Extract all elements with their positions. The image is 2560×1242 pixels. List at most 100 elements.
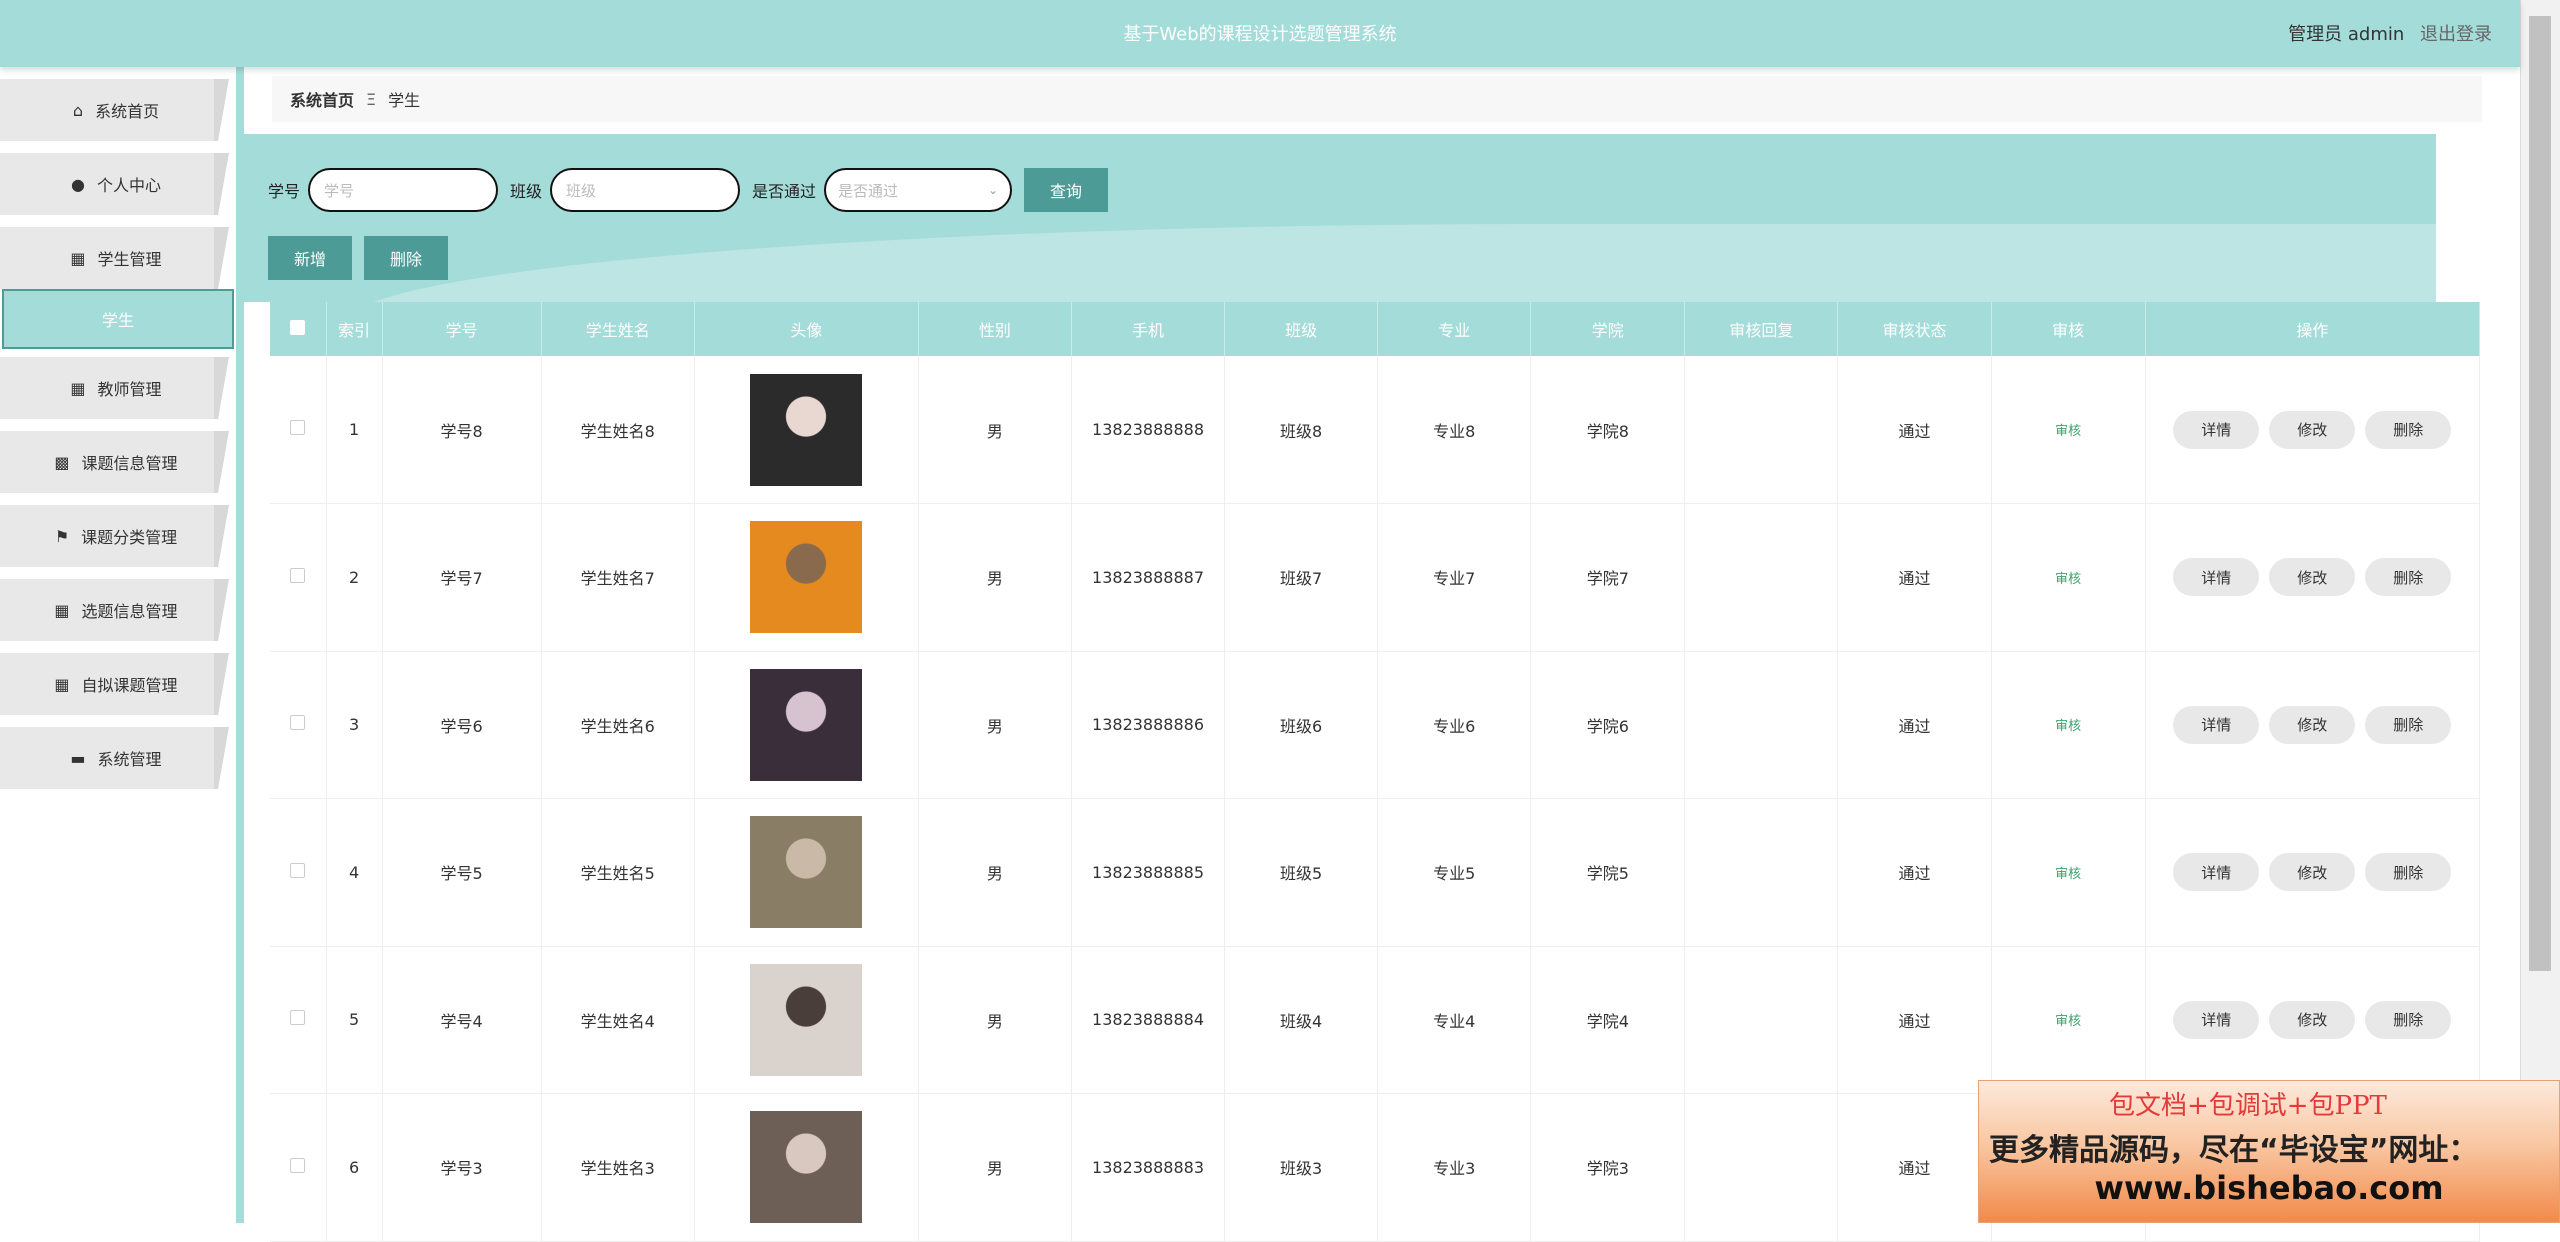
- scrollbar-thumb[interactable]: [2529, 16, 2551, 971]
- row-select-cell[interactable]: [270, 1093, 327, 1242]
- select-all-header[interactable]: [270, 302, 327, 356]
- flag-icon: ⚑: [54, 526, 70, 546]
- detail-button[interactable]: 详情: [2173, 1000, 2260, 1039]
- table-header-row: 索引 学号 学生姓名 头像 性别 手机 班级 专业 学院 审核回复 审核状态 审…: [270, 302, 2481, 356]
- audit-link[interactable]: 审核: [2055, 867, 2081, 882]
- operation-cell: 详情修改删除: [2145, 798, 2481, 947]
- sidebar-item-teacher-management[interactable]: ▦ 教师管理: [0, 357, 236, 419]
- avatar-cell: [694, 651, 919, 799]
- delete-button[interactable]: 删除: [2365, 410, 2452, 449]
- sidebar-item-topic-info[interactable]: ▩ 课题信息管理: [0, 431, 236, 493]
- sidebar-item-label: 教师管理: [97, 380, 162, 399]
- delete-button[interactable]: 删除: [2365, 705, 2452, 744]
- row-checkbox[interactable]: [290, 420, 306, 435]
- audit-link[interactable]: 审核: [2055, 424, 2081, 439]
- index-cell: 2: [326, 503, 383, 652]
- edit-button[interactable]: 修改: [2269, 1000, 2356, 1039]
- xueyuan-cell: 学院3: [1530, 1093, 1686, 1242]
- row-checkbox[interactable]: [290, 862, 306, 878]
- name-cell: 学生姓名3: [541, 1093, 695, 1242]
- row-select-cell[interactable]: [270, 503, 327, 652]
- edit-button[interactable]: 修改: [2269, 410, 2356, 449]
- sidebar-item-system[interactable]: ▬ 系统管理: [0, 727, 236, 789]
- avatar: [750, 668, 863, 781]
- sidebar-item-label: 自拟课题管理: [81, 676, 178, 695]
- edit-button[interactable]: 修改: [2269, 853, 2356, 892]
- sidebar-item-student-management[interactable]: ▦ 学生管理: [0, 227, 236, 289]
- row-checkbox[interactable]: [290, 1157, 306, 1173]
- phone-cell: 13823888885: [1071, 798, 1226, 947]
- status-cell: 通过: [1837, 1093, 1992, 1242]
- column-header: 性别: [918, 302, 1072, 356]
- sidebar-item-topic-category[interactable]: ⚑ 课题分类管理: [0, 505, 236, 567]
- row-checkbox[interactable]: [290, 567, 306, 583]
- avatar: [750, 816, 863, 929]
- zhuanye-cell: 专业7: [1377, 503, 1532, 652]
- pass-select[interactable]: 是否通过 ⌄: [824, 168, 1013, 212]
- grid-icon: ▦: [54, 600, 70, 620]
- xuehao-cell: 学号5: [382, 798, 542, 947]
- sidebar-divider: [236, 67, 244, 1223]
- operation-cell: 详情修改删除: [2145, 356, 2481, 504]
- detail-button[interactable]: 详情: [2173, 705, 2260, 744]
- add-button[interactable]: 新增: [268, 236, 352, 280]
- decorative-wave: [344, 224, 2436, 302]
- banji-cell: 班级3: [1224, 1093, 1379, 1242]
- logout-link[interactable]: 退出登录: [2420, 24, 2492, 45]
- banji-cell: 班级8: [1224, 356, 1379, 504]
- apps-icon: ▩: [54, 452, 70, 472]
- audit-link[interactable]: 审核: [2055, 572, 2081, 587]
- column-header: 审核: [1991, 302, 2146, 356]
- xuehao-cell: 学号6: [382, 651, 542, 799]
- table-row: 1 学号8 学生姓名8 男 13823888888 班级8 专业8 学院8 通过…: [270, 356, 2481, 504]
- audit-link[interactable]: 审核: [2055, 719, 2081, 734]
- avatar: [750, 373, 863, 486]
- row-checkbox[interactable]: [290, 1010, 306, 1026]
- banji-cell: 班级5: [1224, 798, 1379, 947]
- breadcrumb: 系统首页 Ξ 学生: [272, 76, 2482, 122]
- operation-cell: 详情修改删除: [2145, 503, 2481, 652]
- row-select-cell[interactable]: [270, 651, 327, 799]
- audit-link[interactable]: 审核: [2055, 1014, 2081, 1029]
- row-checkbox[interactable]: [290, 715, 306, 731]
- delete-button[interactable]: 删除: [2365, 853, 2452, 892]
- sidebar-item-label: 系统管理: [97, 750, 162, 769]
- query-button[interactable]: 查询: [1024, 168, 1109, 212]
- pass-select-value: 是否通过: [838, 181, 899, 200]
- avatar-cell: [694, 946, 919, 1094]
- column-header: 操作: [2145, 302, 2481, 356]
- sidebar-subitem-student[interactable]: 学生: [2, 289, 234, 349]
- sidebar-item-home[interactable]: ⌂ 系统首页: [0, 79, 236, 141]
- sidebar-item-self-topic[interactable]: ▦ 自拟课题管理: [0, 653, 236, 715]
- reply-cell: [1684, 356, 1839, 504]
- banji-input[interactable]: 班级: [550, 168, 741, 212]
- sidebar-item-label: 学生: [101, 311, 134, 330]
- banji-label: 班级: [510, 182, 543, 201]
- select-all-checkbox[interactable]: [290, 319, 306, 335]
- operation-cell: 详情修改删除: [2145, 651, 2481, 799]
- sidebar-item-selection-info[interactable]: ▦ 选题信息管理: [0, 579, 236, 641]
- row-select-cell[interactable]: [270, 798, 327, 947]
- breadcrumb-home[interactable]: 系统首页: [290, 87, 354, 111]
- delete-button[interactable]: 删除: [2365, 558, 2452, 597]
- detail-button[interactable]: 详情: [2173, 558, 2260, 597]
- delete-button[interactable]: 删除: [2365, 1000, 2452, 1039]
- xuehao-cell: 学号8: [382, 356, 542, 504]
- detail-button[interactable]: 详情: [2173, 853, 2260, 892]
- avatar: [750, 963, 863, 1076]
- name-cell: 学生姓名7: [541, 503, 695, 652]
- page-scrollbar[interactable]: [2520, 0, 2560, 1223]
- zhuanye-cell: 专业8: [1377, 356, 1532, 504]
- promo-line-2: 更多精品源码，尽在“毕设宝”网址：: [1989, 1133, 2479, 1168]
- sidebar-item-profile[interactable]: ● 个人中心: [0, 153, 236, 215]
- avatar-cell: [694, 798, 919, 947]
- row-select-cell[interactable]: [270, 946, 327, 1094]
- edit-button[interactable]: 修改: [2269, 558, 2356, 597]
- edit-button[interactable]: 修改: [2269, 705, 2356, 744]
- row-select-cell[interactable]: [270, 356, 327, 504]
- xueyuan-cell: 学院7: [1530, 503, 1686, 652]
- xuehao-input[interactable]: 学号: [308, 168, 499, 212]
- batch-delete-button[interactable]: 删除: [364, 236, 448, 280]
- gender-cell: 男: [918, 356, 1072, 504]
- detail-button[interactable]: 详情: [2173, 410, 2260, 449]
